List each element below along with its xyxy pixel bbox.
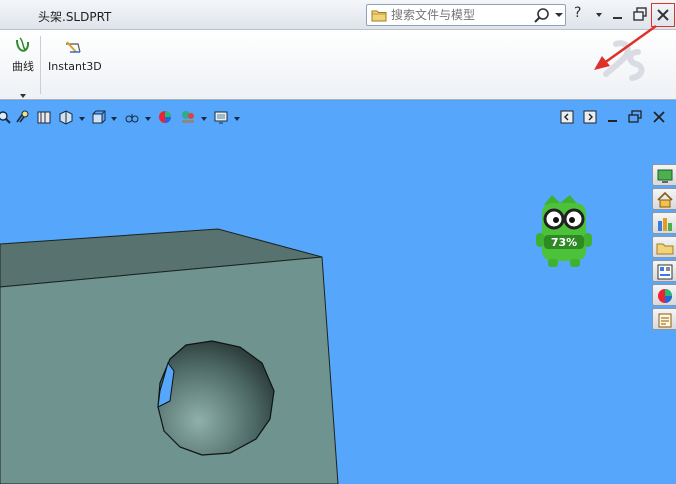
view-settings-dropdown-icon[interactable] — [234, 117, 240, 121]
zoom-to-fit-icon[interactable] — [0, 109, 12, 125]
tab-solidworks-resources[interactable] — [652, 164, 676, 186]
view-orientation-icon[interactable] — [90, 109, 106, 125]
graphics-area[interactable]: 73% — [0, 101, 676, 484]
display-style-icon[interactable] — [124, 109, 140, 125]
custom-properties-icon — [658, 313, 672, 328]
ribbon-separator — [40, 36, 41, 94]
title-bar: 头架.SLDPRT ? — [0, 0, 676, 30]
curve-dropdown-icon[interactable] — [20, 94, 26, 98]
green-monster-icon — [536, 195, 592, 267]
close-icon[interactable] — [655, 7, 671, 23]
viewport-close-icon[interactable] — [652, 110, 666, 124]
tab-custom-properties[interactable] — [652, 308, 676, 330]
search-dropdown-icon[interactable] — [555, 13, 563, 17]
appearances-icon — [658, 289, 672, 303]
file-explorer-icon — [656, 243, 674, 255]
search-input[interactable] — [391, 7, 531, 23]
display-style-dropdown-icon[interactable] — [145, 117, 151, 121]
curve-label: 曲线 — [12, 60, 34, 73]
tab-view-palette[interactable] — [652, 260, 676, 282]
help-button[interactable]: ? — [574, 5, 581, 21]
command-manager: 曲线 Instant3D — [0, 30, 676, 100]
tile-left-icon[interactable] — [560, 110, 574, 124]
tab-appearances[interactable] — [652, 284, 676, 306]
heads-up-view-toolbar — [0, 107, 280, 129]
tile-right-icon[interactable] — [583, 110, 597, 124]
restore-icon[interactable] — [632, 6, 648, 22]
search-box[interactable] — [366, 4, 566, 26]
window-title: 头架.SLDPRT — [38, 10, 112, 24]
design-library-icon — [658, 218, 672, 231]
view-orientation-dropdown-icon[interactable] — [111, 117, 117, 121]
section-view-dropdown-icon[interactable] — [79, 117, 85, 121]
view-palette-icon — [657, 264, 673, 280]
view-settings-icon[interactable] — [213, 109, 229, 125]
ds-logo-icon — [603, 40, 645, 81]
viewport-minimize-icon[interactable] — [606, 110, 620, 124]
tab-home[interactable] — [652, 188, 676, 210]
solidworks-resources-icon — [657, 169, 673, 183]
folder-icon — [371, 10, 387, 22]
section-view-icon[interactable] — [58, 109, 74, 125]
tab-design-library[interactable] — [652, 212, 676, 234]
curve-icon — [16, 37, 30, 52]
apply-scene-icon[interactable] — [180, 109, 196, 125]
task-pane-tabs — [652, 164, 676, 334]
part-model[interactable] — [0, 101, 676, 484]
help-dropdown-icon[interactable] — [596, 13, 602, 17]
edit-appearance-icon[interactable] — [157, 109, 173, 125]
mascot-widget: 73% — [530, 193, 598, 269]
previous-view-icon[interactable] — [36, 109, 52, 125]
search-icon[interactable] — [533, 7, 551, 25]
tab-file-explorer[interactable] — [652, 236, 676, 258]
minimize-icon[interactable] — [610, 6, 626, 22]
instant3d-label: Instant3D — [48, 60, 102, 73]
zoom-to-area-icon[interactable] — [14, 109, 30, 125]
viewport-restore-icon[interactable] — [628, 110, 642, 124]
progress-text: 73% — [550, 236, 578, 249]
apply-scene-dropdown-icon[interactable] — [201, 117, 207, 121]
instant3d-icon — [66, 41, 81, 53]
home-icon — [657, 191, 673, 208]
